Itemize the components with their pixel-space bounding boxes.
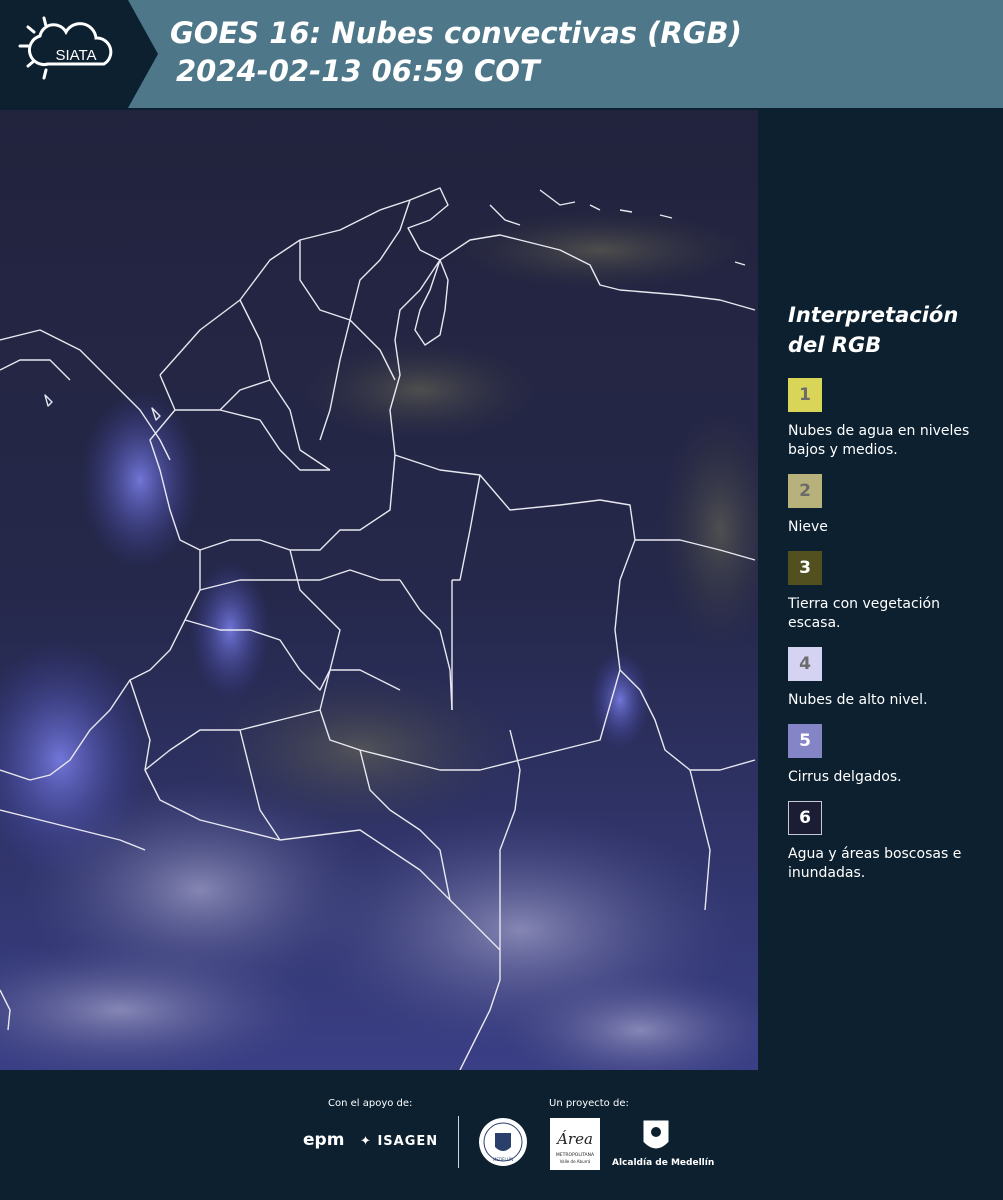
legend-description: Cirrus delgados.: [788, 769, 902, 785]
isagen-logo[interactable]: ✦ ISAGEN: [360, 1134, 438, 1149]
legend-item: 5 Cirrus delgados.: [788, 724, 988, 787]
legend-description: Tierra con vegetación escasa.: [788, 596, 940, 631]
alcaldia-shield-icon: [641, 1118, 671, 1160]
footer: Con el apoyo de: Un proyecto de: epm ✦ I…: [0, 1072, 1003, 1200]
page-title: GOES 16: Nubes convectivas (RGB) 2024-02…: [170, 14, 742, 90]
title-line-1: GOES 16: Nubes convectivas (RGB): [170, 16, 742, 50]
footer-divider: [458, 1116, 459, 1168]
legend-swatch: 6: [788, 801, 822, 835]
legend-item: 3 Tierra con vegetación escasa.: [788, 551, 988, 633]
area-metropolitana-logo[interactable]: Área METROPOLITANA Valle de Aburrá: [550, 1118, 600, 1174]
legend-title-line-1: Interpretación: [788, 303, 959, 327]
area-logo-text: Área: [555, 1130, 593, 1148]
medellin-seal-logo[interactable]: MEDELLÍN: [478, 1117, 528, 1171]
legend-swatch: 4: [788, 647, 822, 681]
legend-description: Nubes de agua en niveles bajos y medios.: [788, 423, 970, 458]
legend-swatch: 5: [788, 724, 822, 758]
header-bar: SIATA GOES 16: Nubes convectivas (RGB) 2…: [0, 0, 1003, 108]
legend-title: Interpretación del RGB: [788, 300, 988, 360]
area-logo-subtext-2: Valle de Aburrá: [560, 1159, 591, 1164]
seal-text: MEDELLÍN: [493, 1157, 513, 1162]
isagen-label: ISAGEN: [377, 1134, 439, 1149]
legend-item: 4 Nubes de alto nivel.: [788, 647, 988, 710]
legend-item: 2 Nieve: [788, 474, 988, 537]
legend-title-line-2: del RGB: [788, 333, 882, 357]
legend-description: Agua y áreas boscosas e inundadas.: [788, 846, 962, 881]
logo-text: SIATA: [55, 47, 96, 64]
legend-item: 6 Agua y áreas boscosas e inundadas.: [788, 801, 988, 883]
legend-swatch: 1: [788, 378, 822, 412]
legend-description: Nubes de alto nivel.: [788, 692, 928, 708]
legend-description: Nieve: [788, 519, 828, 535]
isagen-icon: ✦: [360, 1134, 372, 1149]
project-label: Un proyecto de:: [549, 1098, 629, 1109]
rgb-legend: Interpretación del RGB 1 Nubes de agua en…: [788, 300, 988, 897]
legend-swatch: 2: [788, 474, 822, 508]
title-line-2: 2024-02-13 06:59 COT: [176, 54, 540, 88]
support-label: Con el apoyo de:: [328, 1098, 413, 1109]
area-logo-subtext: METROPOLITANA: [556, 1152, 595, 1158]
legend-items: 1 Nubes de agua en niveles bajos y medios…: [788, 378, 988, 883]
legend-item: 1 Nubes de agua en niveles bajos y medios…: [788, 378, 988, 460]
alcaldia-label[interactable]: Alcaldía de Medellín: [612, 1158, 714, 1168]
epm-logo[interactable]: epm: [303, 1130, 344, 1150]
legend-swatch: 3: [788, 551, 822, 585]
siata-logo[interactable]: SIATA: [0, 0, 160, 108]
satellite-map[interactable]: [0, 110, 780, 1090]
